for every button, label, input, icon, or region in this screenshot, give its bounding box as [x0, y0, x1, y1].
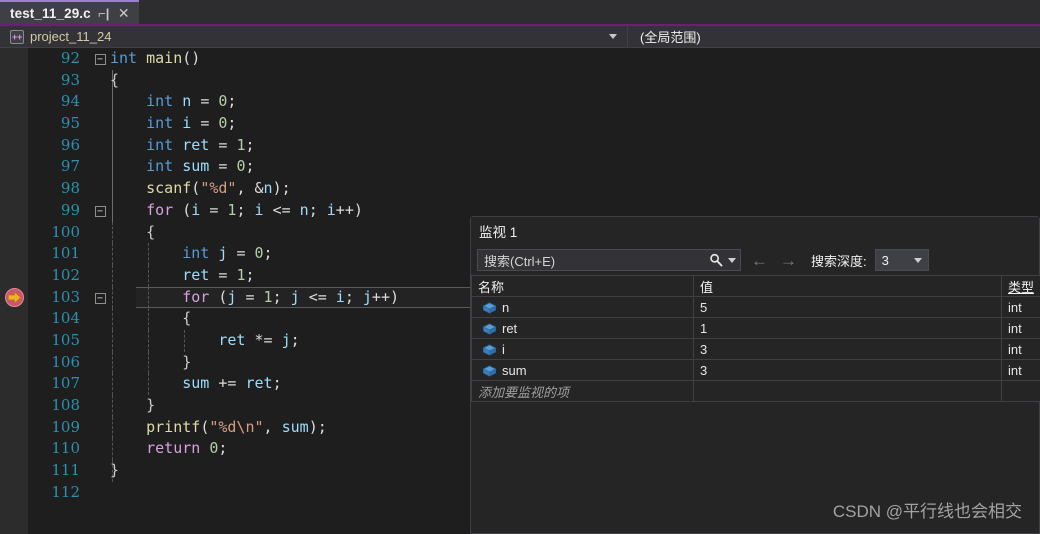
navigation-bar: project_11_24 (全局范围) — [0, 25, 1040, 48]
code-line[interactable]: 96 int ret = 1; — [28, 134, 1040, 157]
line-number: 98 — [60, 179, 80, 198]
tab-label: test_11_29.c — [10, 5, 91, 21]
code-line[interactable]: 106 } — [28, 351, 1040, 374]
code-text: } — [182, 352, 192, 371]
line-number: 92 — [60, 49, 80, 67]
line-number: 107 — [51, 374, 80, 393]
collapse-icon[interactable]: − — [94, 292, 106, 304]
line-number: 100 — [51, 222, 80, 241]
execution-pointer-icon — [5, 287, 24, 307]
project-name: project_11_24 — [30, 29, 112, 44]
code-text: int sum = 0; — [146, 157, 255, 176]
line-number: 110 — [51, 439, 80, 458]
line-number: 97 — [60, 157, 80, 176]
close-icon[interactable]: ✕ — [117, 6, 131, 20]
line-number: 105 — [51, 330, 80, 349]
code-lines[interactable]: 92− int main() 93{94 int n = 0; 95 int i = … — [28, 48, 1040, 534]
project-dropdown[interactable]: project_11_24 — [0, 25, 628, 48]
code-text: int ret = 1; — [146, 135, 255, 154]
code-line[interactable]: 109 printf("%d\n", sum); — [28, 416, 1040, 439]
cpp-project-icon — [10, 29, 24, 44]
line-number: 93 — [60, 70, 80, 89]
code-line[interactable]: 98 scanf("%d", &n); — [28, 178, 1040, 200]
code-line[interactable]: 100 { — [28, 221, 1040, 244]
collapse-icon[interactable]: − — [94, 205, 106, 217]
line-number: 112 — [51, 482, 80, 501]
line-number: 106 — [51, 352, 80, 371]
code-line[interactable]: 97 int sum = 0; — [28, 156, 1040, 179]
code-line[interactable]: 101 int j = 0; — [28, 243, 1040, 265]
code-text: printf("%d\n", sum); — [146, 417, 327, 436]
line-number: 104 — [51, 309, 80, 328]
line-number: 109 — [51, 417, 80, 436]
line-number: 108 — [51, 396, 80, 414]
collapse-icon[interactable]: − — [94, 54, 106, 65]
code-text: for (j = 1; j <= i; j++) — [182, 287, 399, 306]
code-text: return 0; — [146, 439, 228, 458]
code-line[interactable]: 103 − for (j = 1; j <= i; j++) — [28, 286, 1040, 309]
code-line[interactable]: 92 − int main() — [28, 48, 1040, 70]
code-line[interactable]: 102 ret = 1; — [28, 264, 1040, 287]
line-number: 95 — [60, 114, 80, 133]
tab-strip: test_11_29.c ⌐| ✕ — [0, 0, 1040, 24]
watermark: CSDN @平行线也会相交 — [832, 502, 1022, 521]
code-text: int j = 0; — [182, 244, 273, 263]
code-text: } — [110, 461, 120, 480]
code-text: sum += ret; — [182, 374, 282, 393]
code-text: int i = 0; — [146, 114, 237, 133]
code-line[interactable]: 108 } — [28, 395, 1040, 417]
fold-toggle[interactable]: − — [90, 287, 110, 309]
code-line[interactable]: 107 sum += ret; — [28, 373, 1040, 395]
line-number: 103 — [51, 287, 80, 306]
scope-dropdown[interactable]: (全局范围) — [628, 27, 1040, 46]
code-text: ret = 1; — [182, 265, 255, 284]
code-line[interactable]: 110 return 0; — [28, 438, 1040, 461]
code-line[interactable]: 95 int i = 0; — [28, 113, 1040, 135]
line-number: 102 — [51, 265, 80, 284]
code-text: { — [182, 309, 192, 328]
code-line[interactable]: 111} — [28, 460, 1040, 482]
code-line[interactable]: 105 ret *= j; — [28, 329, 1040, 352]
pin-icon[interactable]: ⌐| — [97, 7, 111, 20]
code-text: { — [146, 222, 156, 241]
code-line[interactable]: 104 { — [28, 308, 1040, 330]
code-text: int n = 0; — [146, 92, 237, 111]
line-number: 101 — [51, 244, 80, 263]
line-number: 96 — [60, 135, 80, 154]
code-line[interactable]: 93 { — [28, 69, 1040, 92]
fold-toggle[interactable]: − — [90, 48, 110, 70]
visual-studio-window: test_11_29.c ⌐| ✕ project_11_24 (全局范围) 9… — [0, 0, 1040, 534]
chevron-down-icon[interactable] — [609, 33, 617, 39]
line-number: 99 — [60, 200, 80, 219]
tab-test-11-29-c[interactable]: test_11_29.c ⌐| ✕ — [0, 0, 139, 24]
code-text: for (i = 1; i <= n; i++) — [146, 200, 363, 219]
code-text: int main() — [110, 49, 201, 67]
line-number: 111 — [51, 461, 80, 480]
code-editor[interactable]: 92− int main() 93{94 int n = 0; 95 int i = … — [0, 48, 1040, 534]
code-line[interactable]: 94 int n = 0; — [28, 91, 1040, 114]
code-text: } — [146, 396, 156, 414]
code-text: ret *= j; — [218, 330, 300, 349]
code-text: { — [110, 70, 120, 89]
fold-toggle[interactable]: − — [90, 200, 110, 222]
line-number: 94 — [60, 92, 80, 111]
code-line[interactable]: 99 − for (i = 1; i <= n; i++) — [28, 199, 1040, 222]
code-text: scanf("%d", &n); — [146, 179, 291, 198]
